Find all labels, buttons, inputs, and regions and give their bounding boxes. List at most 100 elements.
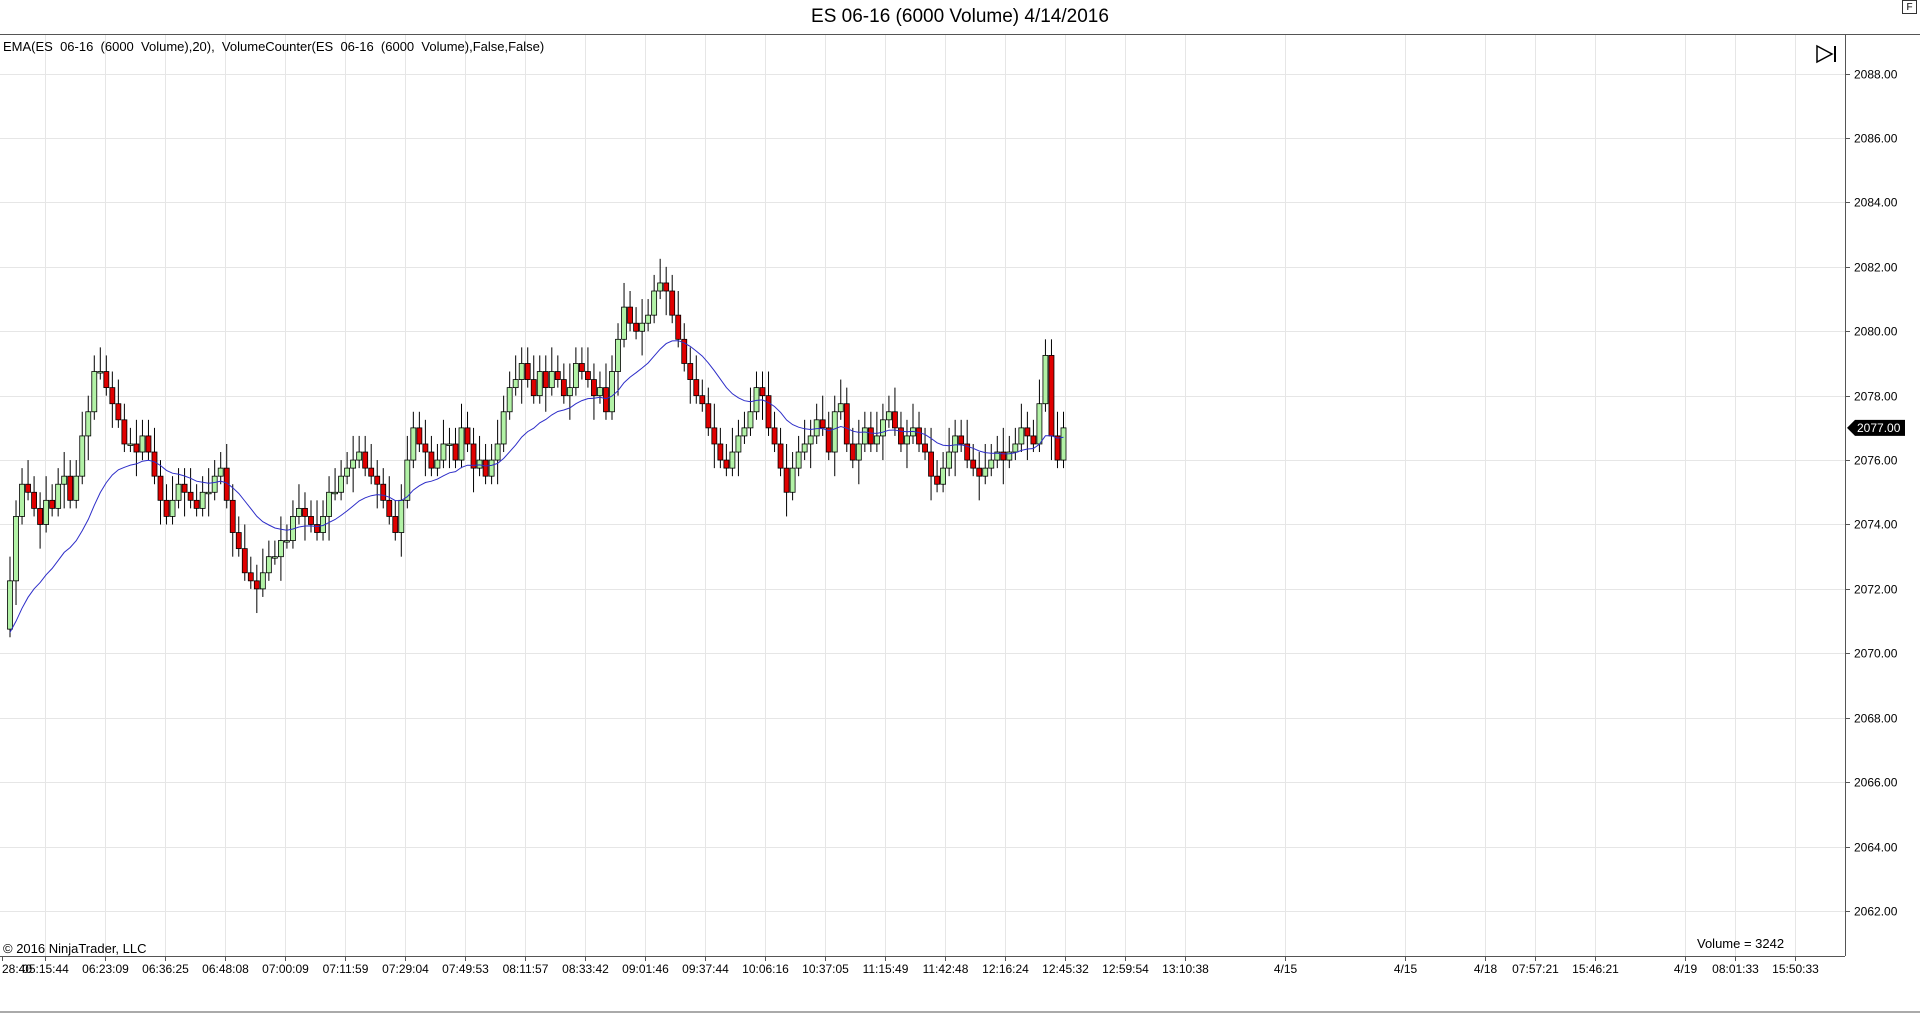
candle-up bbox=[61, 475, 68, 485]
candle-up bbox=[566, 387, 573, 397]
candle-down bbox=[235, 532, 242, 550]
candle-up bbox=[801, 443, 808, 453]
candle-up bbox=[621, 306, 627, 340]
candle-up bbox=[338, 475, 345, 493]
candle-down bbox=[25, 483, 31, 493]
candle-up bbox=[512, 379, 519, 389]
candle-up bbox=[410, 427, 417, 461]
candle-down bbox=[31, 491, 37, 509]
candle-down bbox=[867, 427, 874, 445]
candle-down bbox=[181, 483, 188, 493]
candle-down bbox=[530, 379, 537, 397]
candle-up bbox=[861, 427, 868, 445]
candle-down bbox=[771, 427, 778, 445]
x-tick-label: 08:33:42 bbox=[562, 962, 609, 976]
price-axis[interactable]: 2088.00 2086.00 2084.00 2082.00 2080.00 2078.… bbox=[1845, 68, 1898, 919]
candle-up bbox=[458, 427, 465, 461]
x-tick-label: 08:01:33 bbox=[1712, 962, 1759, 976]
x-tick-label: 07:00:09 bbox=[262, 962, 309, 976]
candle-down bbox=[591, 379, 597, 397]
candle-down bbox=[675, 314, 682, 340]
candle-down bbox=[308, 516, 314, 525]
candle-up bbox=[97, 371, 104, 374]
candle-down bbox=[687, 363, 694, 380]
skip-to-end-icon bbox=[1816, 44, 1836, 64]
candle-up bbox=[1036, 403, 1043, 445]
candle-up bbox=[988, 459, 995, 469]
candle-down bbox=[1030, 435, 1037, 445]
candle-up bbox=[205, 491, 212, 495]
candle-up bbox=[344, 467, 351, 477]
x-tick-label: 12:45:32 bbox=[1042, 962, 1089, 976]
x-tick-label: 13:10:38 bbox=[1162, 962, 1209, 976]
candle-down bbox=[151, 451, 158, 477]
candle-down bbox=[560, 379, 567, 397]
candle-up bbox=[434, 459, 441, 469]
x-tick-label: 06:36:25 bbox=[142, 962, 189, 976]
candle-up bbox=[55, 483, 62, 509]
format-button[interactable]: F bbox=[1902, 0, 1917, 14]
x-tick-label: 06:23:09 bbox=[82, 962, 129, 976]
candle-down bbox=[103, 371, 110, 389]
candle-down bbox=[386, 499, 393, 517]
candle-up bbox=[199, 491, 206, 509]
candle-down bbox=[380, 483, 387, 501]
candle-up bbox=[813, 419, 820, 437]
candle-up bbox=[398, 499, 405, 533]
candle-down bbox=[783, 467, 790, 493]
candle-up bbox=[873, 435, 880, 445]
candle-up bbox=[284, 540, 290, 543]
candle-down bbox=[470, 443, 477, 469]
x-tick-label: 06:48:08 bbox=[202, 962, 249, 976]
candle-up bbox=[1018, 427, 1025, 445]
candle-down bbox=[314, 524, 320, 533]
x-tick-label: 07:57:21 bbox=[1512, 962, 1559, 976]
candle-down bbox=[115, 403, 122, 421]
x-tick-label: 07:11:59 bbox=[323, 962, 369, 976]
y-tick-label: 2076.00 bbox=[1854, 454, 1898, 468]
ema-line bbox=[9, 340, 1064, 633]
time-axis[interactable]: 28:4005:15:44 06:23:09 06:36:25 06:48:08 07:… bbox=[2, 956, 1819, 976]
candle-down bbox=[229, 499, 236, 533]
candle-up bbox=[645, 314, 652, 324]
candle-up bbox=[13, 516, 19, 582]
candle-down bbox=[121, 419, 128, 445]
candle-down bbox=[928, 451, 934, 477]
y-tick-label: 2072.00 bbox=[1854, 583, 1898, 597]
candles bbox=[7, 258, 1067, 638]
price-chart[interactable]: 2088.00 2086.00 2084.00 2082.00 2080.00 2078.… bbox=[0, 35, 1920, 1013]
current-price-text: 2077.00 bbox=[1857, 421, 1901, 435]
candle-down bbox=[428, 451, 435, 469]
y-tick-label: 2086.00 bbox=[1854, 132, 1898, 146]
candle-down bbox=[916, 427, 922, 445]
candle-up bbox=[296, 507, 302, 517]
candle-down bbox=[67, 475, 74, 501]
y-tick-label: 2070.00 bbox=[1854, 647, 1898, 661]
candle-down bbox=[145, 435, 152, 453]
candle-up bbox=[753, 387, 760, 413]
candle-down bbox=[241, 548, 248, 574]
candle-up bbox=[729, 451, 736, 469]
candle-down bbox=[825, 427, 832, 453]
x-tick-label: 4/15 bbox=[1394, 962, 1418, 976]
candle-up bbox=[127, 443, 134, 446]
y-tick-label: 2080.00 bbox=[1854, 325, 1898, 339]
chart-panel[interactable]: 2088.00 2086.00 2084.00 2082.00 2080.00 2078.… bbox=[0, 34, 1920, 1013]
candle-down bbox=[464, 427, 471, 445]
candle-up bbox=[73, 475, 80, 501]
x-tick-label: 10:37:05 bbox=[802, 962, 849, 976]
y-tick-label: 2068.00 bbox=[1854, 712, 1898, 726]
candle-down bbox=[416, 427, 423, 445]
candle-up bbox=[741, 427, 748, 437]
x-tick-label: 11:15:49 bbox=[863, 962, 909, 976]
candle-down bbox=[1024, 427, 1031, 437]
x-tick-label: 09:37:44 bbox=[682, 962, 729, 976]
x-tick-label: 12:59:54 bbox=[1102, 962, 1149, 976]
scroll-to-end-button[interactable] bbox=[1814, 43, 1840, 65]
x-tick-label: 05:15:44 bbox=[22, 962, 69, 976]
candle-up bbox=[946, 451, 953, 469]
chart-title: ES 06-16 (6000 Volume) 4/14/2016 bbox=[811, 6, 1109, 27]
candle-down bbox=[187, 491, 194, 501]
candle-down bbox=[133, 443, 140, 453]
candle-up bbox=[657, 282, 664, 292]
